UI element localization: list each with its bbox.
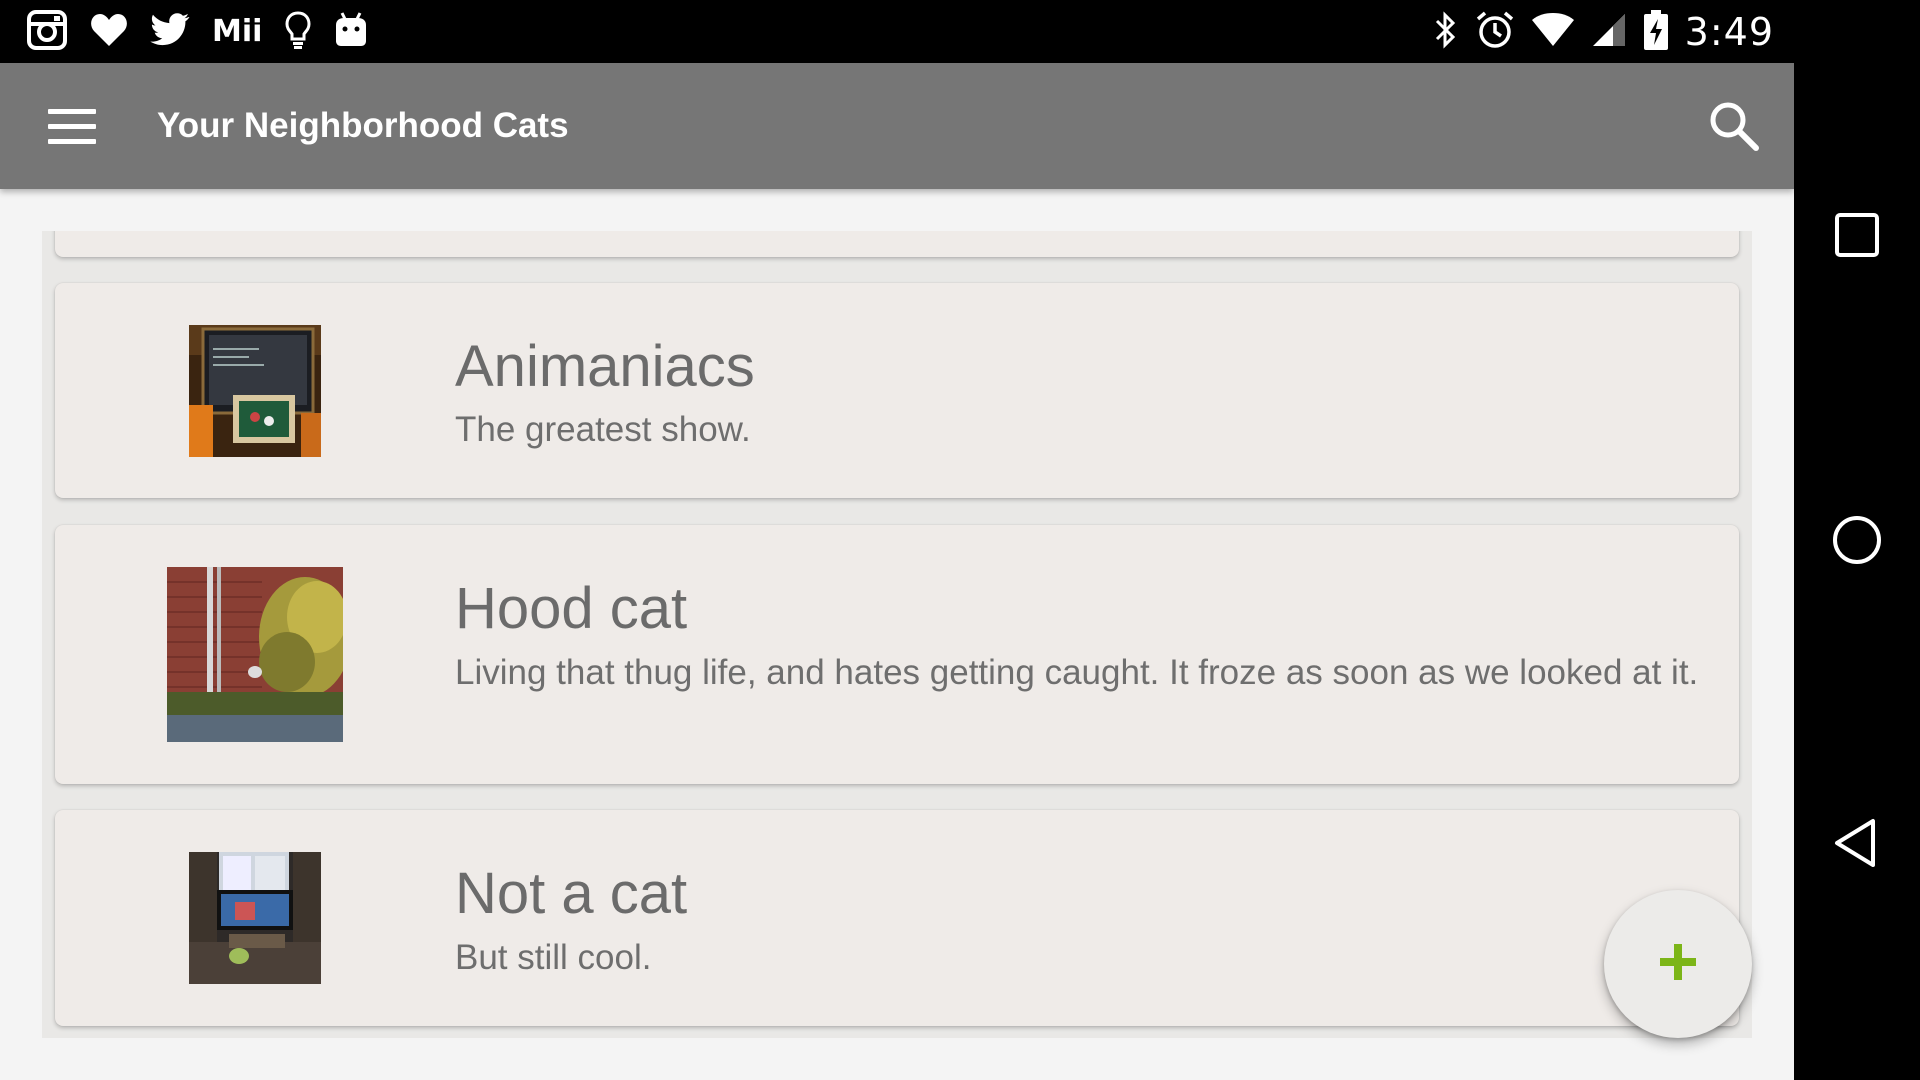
twitter-icon xyxy=(150,12,190,51)
mii-icon: Mii xyxy=(212,14,263,49)
android-icon xyxy=(334,11,368,53)
bluetooth-icon xyxy=(1433,10,1459,54)
app-screen: Mii 3:49 Your Neighborhood Cats Animania… xyxy=(0,0,1794,1080)
cat-thumbnail xyxy=(167,567,343,742)
list-item[interactable]: Hood cat Living that thug life, and hate… xyxy=(55,525,1739,784)
wifi-icon xyxy=(1531,12,1575,52)
plus-icon xyxy=(1658,942,1698,986)
navigation-bar xyxy=(1794,0,1920,1080)
app-bar: Your Neighborhood Cats xyxy=(0,63,1794,189)
status-bar: Mii 3:49 xyxy=(0,0,1794,63)
cat-description: The greatest show. xyxy=(455,410,751,449)
alarm-icon xyxy=(1475,10,1515,54)
list-item-partial[interactable] xyxy=(55,231,1739,257)
back-icon[interactable] xyxy=(1822,808,1892,878)
list-item[interactable]: Not a cat But still cool. xyxy=(55,810,1739,1026)
home-icon[interactable] xyxy=(1822,505,1892,575)
cat-thumbnail xyxy=(189,325,321,457)
clock: 3:49 xyxy=(1684,9,1774,54)
heart-icon xyxy=(90,12,128,52)
list-item[interactable]: Animaniacs The greatest show. xyxy=(55,283,1739,498)
search-icon[interactable] xyxy=(1704,96,1764,156)
cat-description: Living that thug life, and hates getting… xyxy=(455,653,1699,692)
cat-list[interactable]: Animaniacs The greatest show. Hood cat L… xyxy=(42,231,1752,1038)
cat-thumbnail xyxy=(189,852,321,984)
signal-icon xyxy=(1591,12,1627,52)
add-cat-button[interactable] xyxy=(1604,890,1752,1038)
cat-title: Not a cat xyxy=(455,861,688,926)
instagram-icon xyxy=(26,9,68,55)
cat-title: Animaniacs xyxy=(455,334,755,399)
lightbulb-icon xyxy=(284,10,312,54)
recents-icon[interactable] xyxy=(1822,200,1892,270)
battery-charging-icon xyxy=(1643,9,1669,55)
cat-description: But still cool. xyxy=(455,938,652,977)
page-title: Your Neighborhood Cats xyxy=(157,106,569,145)
cat-title: Hood cat xyxy=(455,576,688,641)
menu-icon[interactable] xyxy=(36,93,108,159)
